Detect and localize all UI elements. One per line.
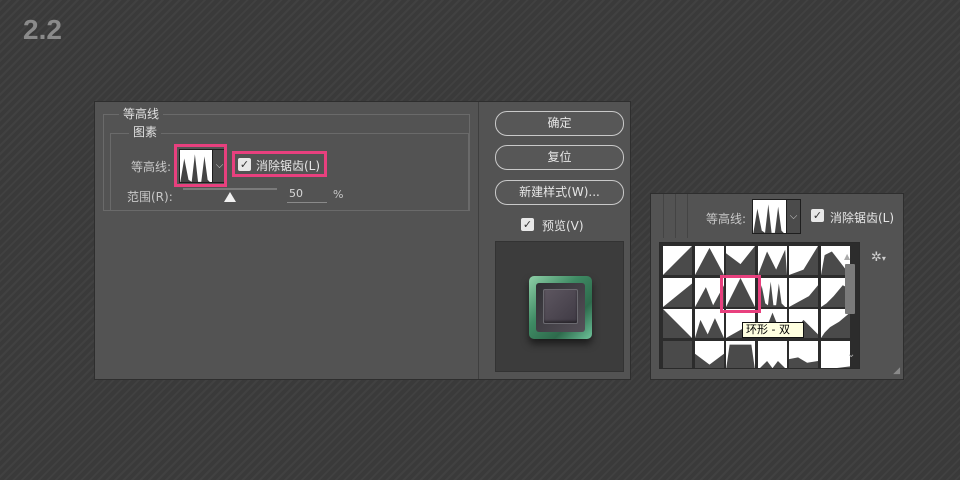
contour-preset[interactable] (726, 340, 755, 368)
contour-curve-icon (694, 353, 724, 368)
picker-contour-label: 等高线: (706, 212, 747, 226)
contour-preset[interactable] (789, 246, 818, 275)
contour-dialog: 等高线 图素 等高线: ⌵ ✓ 消除锯齿(L) 范围(R): 50 % 确定 复… (94, 101, 631, 380)
contour-highlight-frame (174, 144, 227, 187)
step-label: 2.2 (23, 14, 62, 45)
panel-tabs (651, 194, 694, 238)
contour-preset[interactable] (663, 309, 692, 338)
range-label: 范围(R): (127, 190, 173, 204)
contour-curve-icon (726, 246, 755, 275)
contour-preset[interactable] (694, 340, 724, 368)
contour-curve-icon (663, 309, 692, 338)
contour-curve-icon (663, 340, 692, 368)
new-style-button[interactable]: 新建样式(W)... (495, 180, 624, 205)
preview-tile (529, 276, 592, 339)
contour-tooltip: 环形 - 双 (742, 322, 804, 338)
chevron-down-icon[interactable]: ⌄ (847, 349, 855, 360)
dialog-divider (478, 102, 479, 379)
range-input[interactable]: 50 (287, 187, 327, 203)
contour-preset[interactable] (663, 277, 692, 307)
contour-curve-icon (726, 344, 755, 368)
contour-preset[interactable] (789, 340, 818, 368)
contour-preset[interactable] (757, 246, 787, 275)
contour-curve-icon (759, 360, 785, 368)
contour-preset[interactable] (726, 246, 755, 275)
contour-curve-icon (789, 356, 818, 368)
range-slider-thumb[interactable] (224, 192, 236, 202)
contour-curve-icon (832, 365, 850, 368)
range-unit: % (333, 188, 344, 201)
resize-grip-icon[interactable]: ◢ (893, 366, 900, 376)
scrollbar-thumb[interactable] (845, 264, 855, 314)
picker-contour-preview[interactable] (752, 199, 787, 234)
preview-label[interactable]: 预览(V) (542, 217, 584, 234)
preview-checkbox[interactable]: ✓ (521, 218, 534, 231)
contour-curve-icon (757, 281, 785, 307)
contour-preset[interactable] (663, 340, 692, 368)
contour-curve-icon (789, 246, 818, 275)
checkmark-icon: ✓ (522, 218, 533, 231)
contour-curve-icon (757, 249, 787, 275)
scroll-up-icon[interactable]: ▲ (844, 252, 850, 261)
section-title: 图素 (129, 123, 162, 140)
contour-preset[interactable] (663, 246, 692, 275)
contour-preset-selected[interactable] (757, 277, 787, 307)
contour-curve-icon (694, 318, 724, 338)
contour-curve-icon (789, 284, 818, 307)
checkmark-icon: ✓ (812, 209, 823, 222)
contour-curve-icon (663, 282, 692, 307)
reset-button[interactable]: 复位 (495, 145, 624, 170)
contour-preset[interactable] (694, 246, 724, 275)
contour-preset[interactable] (694, 309, 724, 338)
contour-curve-icon (694, 247, 724, 275)
chevron-down-icon: ⌵ (789, 211, 798, 222)
contour-preset[interactable] (757, 340, 787, 368)
selected-contour-highlight (720, 275, 761, 313)
picker-antialias-checkbox[interactable]: ✓ (811, 209, 824, 222)
ok-button[interactable]: 确定 (495, 111, 624, 136)
picker-antialias-label[interactable]: 消除锯齿(L) (830, 209, 894, 226)
contour-label: 等高线: (131, 160, 172, 174)
contour-curve-icon (663, 246, 692, 275)
group-title: 等高线 (119, 105, 164, 122)
gear-icon[interactable]: ✲▾ (871, 250, 886, 265)
antialias-highlight-frame (232, 151, 327, 177)
contour-preset[interactable] (820, 340, 850, 368)
ring-double-contour-icon (753, 204, 784, 233)
picker-dropdown-button[interactable]: ⌵ (787, 199, 801, 234)
preview-thumbnail (495, 241, 624, 372)
range-slider-track[interactable] (183, 188, 277, 190)
contour-preset[interactable] (789, 277, 818, 307)
contour-picker-panel: 等高线: ⌵ ✓ 消除锯齿(L) ▲ ⌄ 环形 - 双 ✲▾ ◢ (650, 193, 904, 380)
